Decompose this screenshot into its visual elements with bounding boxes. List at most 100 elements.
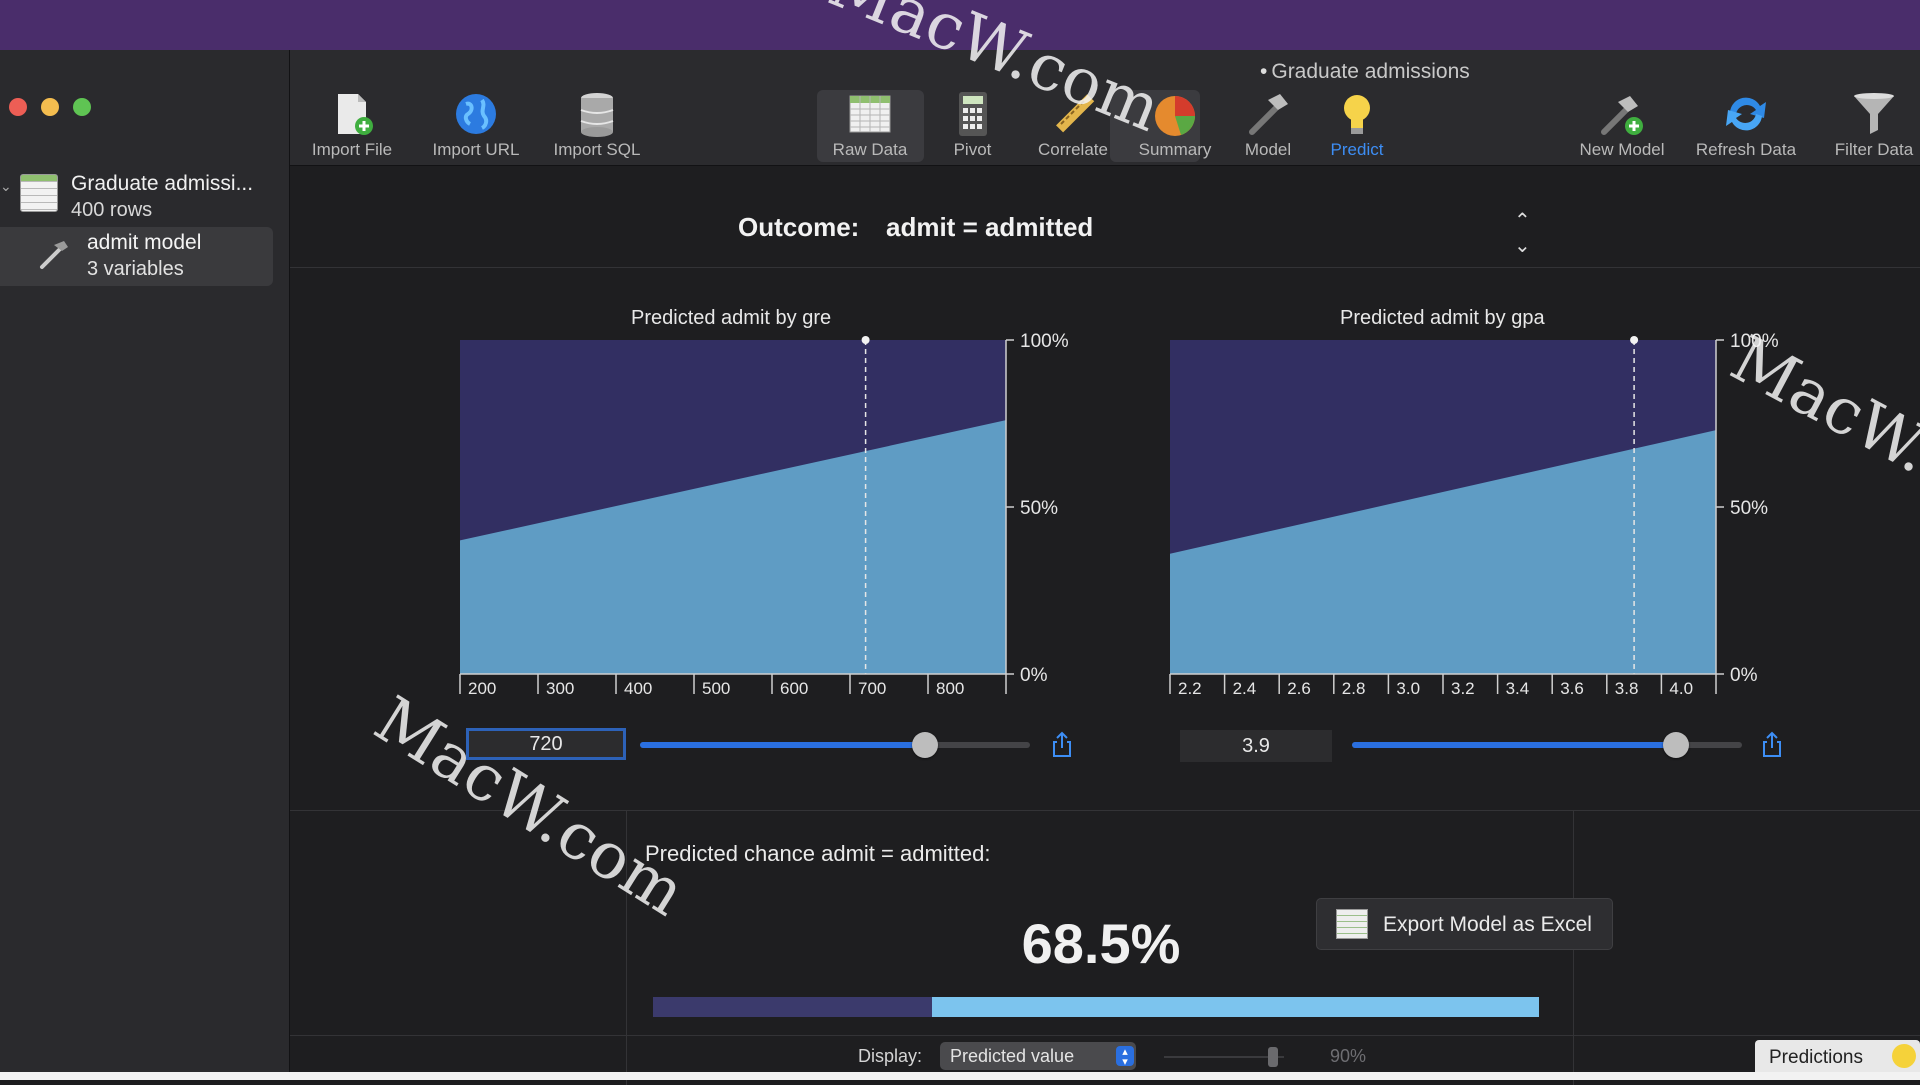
chart-title-gre: Predicted admit by gre xyxy=(631,307,832,329)
hammer-icon xyxy=(1249,94,1288,135)
gre-value-field[interactable]: 720 xyxy=(466,728,626,760)
import-url-label: Import URL xyxy=(432,140,520,159)
display-label: Display: xyxy=(858,1046,923,1066)
filter-data-button[interactable]: Filter Data xyxy=(1828,90,1920,160)
gre-slider-knob[interactable] xyxy=(911,732,938,758)
spreadsheet-icon xyxy=(1336,909,1368,939)
current-value-dot xyxy=(1630,336,1639,344)
x-tick-label: 3.8 xyxy=(1615,679,1639,698)
gre-slider-fill xyxy=(640,742,925,748)
x-tick-label: 800 xyxy=(936,679,964,698)
up-down-chevron-icon[interactable]: ⌃ ⌄ xyxy=(1514,208,1531,258)
chevron-down-icon[interactable]: ⌄ xyxy=(0,178,12,195)
x-tick-label: 700 xyxy=(858,679,886,698)
spreadsheet-icon xyxy=(20,174,58,212)
current-value-dot xyxy=(861,336,870,344)
desktop-bottom-band xyxy=(0,1072,1920,1080)
tab-pivot[interactable]: Pivot xyxy=(930,90,1015,160)
prediction-bar xyxy=(653,997,1539,1017)
outcome-label: Outcome: xyxy=(738,212,860,242)
confidence-slider[interactable] xyxy=(1164,1047,1284,1067)
x-tick-label: 600 xyxy=(780,679,808,698)
edited-indicator: • xyxy=(1260,60,1268,83)
sidebar: ⌄ Graduate admissi... 400 rows admit mod… xyxy=(0,50,290,1072)
y-tick-label: 50% xyxy=(1730,498,1768,519)
tab-summary[interactable]: Summary xyxy=(1125,90,1225,160)
globe-icon xyxy=(456,94,496,134)
gpa-value-field[interactable]: 3.9 xyxy=(1180,730,1332,762)
table-icon xyxy=(849,95,891,133)
document-add-icon xyxy=(338,94,373,135)
outcome-selector[interactable]: Outcome: admit = admitted ⌃ ⌄ xyxy=(290,180,1920,268)
x-tick-label: 4.0 xyxy=(1669,679,1693,698)
predictions-tab[interactable]: Predictions xyxy=(1755,1040,1920,1073)
outcome-value[interactable]: admit = admitted xyxy=(886,212,1093,243)
x-tick-label: 300 xyxy=(546,679,574,698)
sidebar-item-subtitle: 400 rows xyxy=(71,199,153,221)
predictions-tab-label: Predictions xyxy=(1769,1047,1863,1068)
database-icon xyxy=(580,93,614,137)
tab-correlate[interactable]: Correlate xyxy=(1023,90,1123,160)
share-icon[interactable] xyxy=(1760,730,1784,758)
calculator-icon xyxy=(958,92,987,136)
pie-chart-icon xyxy=(1155,96,1195,136)
lightbulb-icon xyxy=(1344,95,1370,134)
import-url-button[interactable]: Import URL xyxy=(420,90,532,160)
export-label: Export Model as Excel xyxy=(1383,913,1592,936)
y-tick-label: 50% xyxy=(1020,498,1058,519)
desktop-top-band xyxy=(0,0,1920,50)
chart-gpa[interactable]: 0% 50% 100% 2.2 2.4 2.6 2.8 3.0 3.2 3.4 3.6 3.8 4.0 xyxy=(1169,331,1800,760)
share-icon[interactable] xyxy=(1050,730,1074,758)
tab-model[interactable]: Model xyxy=(1228,90,1308,160)
hammer-icon xyxy=(40,241,68,269)
x-tick-label: 400 xyxy=(624,679,652,698)
display-select[interactable]: Predicted value ▴ ▾ xyxy=(940,1042,1136,1070)
new-model-label: New Model xyxy=(1579,140,1665,159)
tab-raw-data[interactable]: Raw Data xyxy=(820,90,920,160)
gpa-slider-knob[interactable] xyxy=(1662,732,1689,758)
close-window-button[interactable] xyxy=(9,98,27,116)
display-bar: Display: Predicted value ▴ ▾ 90% Predicti… xyxy=(290,1035,1920,1073)
import-file-button[interactable]: Import File xyxy=(306,90,398,160)
y-tick-label: 0% xyxy=(1730,665,1758,686)
gpa-slider-fill xyxy=(1352,742,1676,748)
sidebar-item-admit-model[interactable]: admit model 3 variables xyxy=(0,227,273,286)
y-tick-label: 0% xyxy=(1020,665,1048,686)
sidebar-item-title: Graduate admissi... xyxy=(71,172,254,195)
tab-predict-label: Predict xyxy=(1330,140,1384,159)
sidebar-item-title: admit model xyxy=(87,231,202,254)
chart-gre[interactable]: 0% 50% 100% 200 300 400 500 600 700 800 xyxy=(459,331,1090,760)
export-model-excel-button[interactable]: Export Model as Excel xyxy=(1316,898,1613,950)
new-model-button[interactable]: New Model xyxy=(1570,90,1674,160)
tab-model-label: Model xyxy=(1244,140,1292,159)
x-tick-label: 2.2 xyxy=(1178,679,1202,698)
import-file-label: Import File xyxy=(311,140,393,159)
x-tick-label: 3.4 xyxy=(1506,679,1530,698)
import-sql-button[interactable]: Import SQL xyxy=(542,90,652,160)
refresh-data-button[interactable]: Refresh Data xyxy=(1688,90,1804,160)
minimize-window-button[interactable] xyxy=(41,98,59,116)
new-model-icon xyxy=(1601,96,1643,135)
y-tick-label: 100% xyxy=(1730,331,1779,352)
y-tick-label: 100% xyxy=(1020,331,1069,352)
gpa-slider[interactable] xyxy=(1352,732,1742,758)
x-tick-label: 2.6 xyxy=(1287,679,1311,698)
x-tick-label: 500 xyxy=(702,679,730,698)
tab-predict[interactable]: Predict xyxy=(1312,90,1402,160)
chart-title-gpa: Predicted admit by gpa xyxy=(1340,307,1545,329)
window-title: • Graduate admissions xyxy=(1260,60,1470,84)
confidence-slider-knob[interactable] xyxy=(1268,1047,1278,1067)
zoom-window-button[interactable] xyxy=(73,98,91,116)
gre-slider[interactable] xyxy=(640,732,1030,758)
refresh-data-label: Refresh Data xyxy=(1695,140,1797,159)
select-arrows-icon: ▴ ▾ xyxy=(1116,1046,1134,1068)
x-tick-label: 2.4 xyxy=(1233,679,1257,698)
ruler-icon xyxy=(1056,94,1095,133)
confidence-value: 90% xyxy=(1330,1046,1367,1066)
filter-data-label: Filter Data xyxy=(1834,140,1914,159)
prediction-title: Predicted chance admit = admitted: xyxy=(645,841,991,866)
funnel-icon xyxy=(1854,93,1894,134)
prediction-bar-remainder xyxy=(653,997,933,1017)
sidebar-item-subtitle: 3 variables xyxy=(87,258,184,280)
sidebar-item-graduate-admissions[interactable]: ⌄ Graduate admissi... 400 rows xyxy=(0,166,290,228)
